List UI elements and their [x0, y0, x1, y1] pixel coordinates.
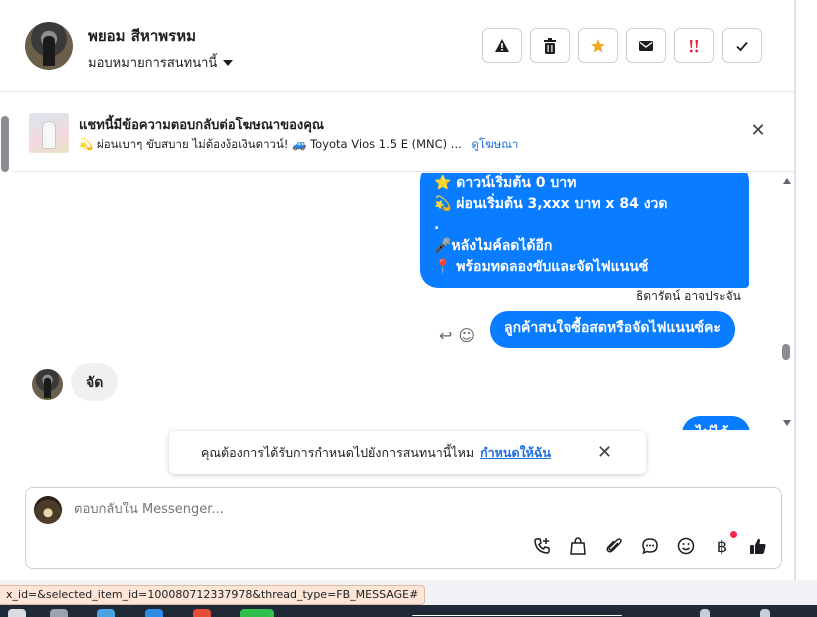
right-gutter — [795, 0, 817, 580]
notification-dot — [730, 531, 737, 538]
taskbar-app-icon[interactable] — [145, 609, 163, 617]
outgoing-message-bubble[interactable]: ลูกค้าสนใจซื้อสดหรือจัดไฟแนนซ์คะ — [490, 311, 735, 348]
report-button[interactable] — [482, 28, 522, 63]
reply-composer: ฿ — [25, 487, 782, 569]
call-add-icon[interactable] — [531, 535, 553, 557]
assign-label: มอบหมายการสนทนานี้ — [88, 56, 218, 71]
scroll-thumb[interactable] — [782, 344, 790, 360]
mark-unread-button[interactable] — [626, 28, 666, 63]
mail-icon — [639, 40, 653, 51]
taskbar-app-icon[interactable] — [8, 609, 26, 617]
ad-thumbnail — [29, 113, 69, 153]
taskbar-search-line — [412, 615, 622, 616]
contact-avatar-small — [32, 369, 63, 400]
close-icon[interactable]: ✕ — [749, 122, 767, 140]
star-button[interactable] — [578, 28, 618, 63]
saved-replies-icon[interactable] — [639, 535, 661, 557]
delete-button[interactable] — [530, 28, 570, 63]
page-avatar — [34, 496, 62, 524]
assign-dropdown[interactable]: มอบหมายการสนทนานี้ — [88, 52, 234, 73]
scroll-up-icon[interactable] — [783, 178, 791, 184]
inbox-conversation-panel: พยอม สีหาพรหม มอบหมายการสนทนานี้ แชทนี้ม… — [0, 0, 795, 580]
chevron-down-icon — [223, 59, 234, 66]
reply-input[interactable] — [74, 502, 714, 517]
warning-icon — [495, 38, 509, 52]
message-line: 📍 พร้อมทดลองขับและจัดไฟแนนซ์ — [434, 259, 649, 275]
view-ad-link[interactable]: ดูโฆษณา — [471, 137, 518, 151]
taskbar-tray-icon[interactable] — [760, 609, 770, 617]
assign-prompt-text: คุณต้องการได้รับการกำหนดไปยังการสนทนานี้… — [201, 444, 475, 460]
scroll-down-icon[interactable] — [783, 420, 791, 426]
os-taskbar — [0, 605, 817, 617]
incoming-message-bubble[interactable]: จัด — [71, 363, 119, 401]
attachment-icon[interactable] — [603, 535, 625, 557]
contact-name[interactable]: พยอม สีหาพรหม — [88, 24, 196, 48]
emoji-react-icon[interactable]: ☺ — [458, 326, 475, 345]
star-icon — [591, 38, 605, 52]
ad-description: 💫 ผ่อนเบาๆ ขับสบาย ไม่ต้องง้อเงินดาวน์! … — [79, 137, 462, 151]
message-actions: ↩ ☺ — [439, 326, 475, 345]
taskbar-app-icon[interactable] — [97, 609, 115, 617]
assign-prompt-toast: คุณต้องการได้รับการกำหนดไปยังการสนทนานี้… — [169, 431, 646, 474]
priority-button[interactable] — [674, 28, 714, 63]
reply-icon[interactable]: ↩ — [439, 326, 452, 345]
close-icon[interactable]: ✕ — [597, 442, 612, 463]
priority-icon — [689, 39, 699, 52]
done-button[interactable] — [722, 28, 762, 63]
emoji-icon[interactable] — [675, 535, 697, 557]
message-line: 💫 ผ่อนเริ่มต้น 3,xxx บาท x 84 งวด — [434, 196, 668, 212]
ad-description-line: 💫 ผ่อนเบาๆ ขับสบาย ไม่ต้องง้อเงินดาวน์! … — [79, 136, 518, 154]
message-list: ⭐ ดาวน์เริ่มต้น 0 บาท 💫 ผ่อนเริ่มต้น 3,x… — [12, 173, 795, 430]
outgoing-message-bubble[interactable]: ไม่ได้ — [682, 416, 750, 430]
shopping-bag-icon[interactable] — [567, 535, 589, 557]
taskbar-app-icon[interactable] — [240, 609, 274, 617]
conversation-header: พยอม สีหาพรหม มอบหมายการสนทนานี้ — [0, 0, 795, 92]
left-scrollbar[interactable] — [0, 110, 10, 180]
ad-reply-banner: แชทนี้มีข้อความตอบกลับต่อโฆษณาของคุณ 💫 ผ… — [12, 93, 795, 172]
ad-banner-title: แชทนี้มีข้อความตอบกลับต่อโฆษณาของคุณ — [79, 118, 324, 133]
trash-icon — [544, 37, 556, 54]
taskbar-app-icon[interactable] — [50, 609, 68, 617]
message-scrollbar[interactable] — [780, 174, 794, 430]
assign-to-me-link[interactable]: กำหนดให้ฉัน — [480, 443, 551, 463]
check-icon — [736, 41, 748, 51]
message-line: 🎤หลังไมค์ลดได้อีก — [434, 238, 553, 254]
outgoing-message-bubble[interactable]: ⭐ ดาวน์เริ่มต้น 0 บาท 💫 ผ่อนเริ่มต้น 3,x… — [420, 173, 749, 288]
message-line: ⭐ ดาวน์เริ่มต้น 0 บาท — [434, 175, 577, 191]
payment-icon[interactable]: ฿ — [711, 531, 737, 557]
taskbar-app-icon[interactable] — [193, 609, 211, 617]
sender-name: ธิดารัตน์ อาจประจัน — [636, 289, 741, 303]
contact-avatar[interactable] — [25, 22, 73, 70]
message-line: . — [434, 217, 440, 233]
composer-toolbar: ฿ — [531, 531, 769, 557]
taskbar-tray-icon[interactable] — [700, 609, 710, 617]
thumbs-up-icon[interactable] — [747, 535, 769, 557]
status-url-bar: x_id=&selected_item_id=100080712337978&t… — [0, 585, 426, 605]
